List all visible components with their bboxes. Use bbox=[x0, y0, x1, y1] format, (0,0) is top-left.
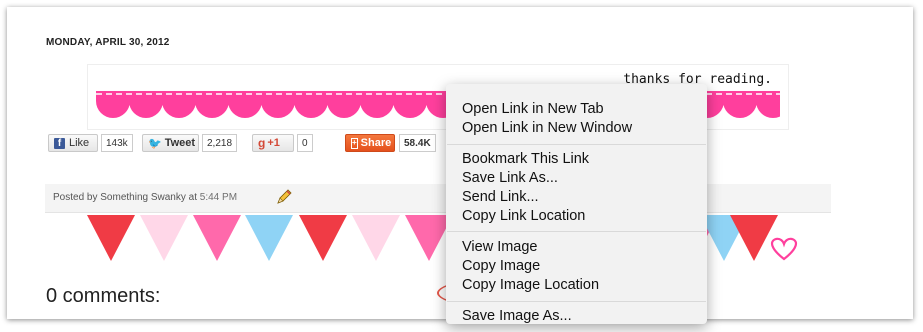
scallop-shape bbox=[723, 101, 757, 118]
bunting-flag bbox=[193, 215, 241, 261]
menu-item-send-link[interactable]: Send Link... bbox=[462, 189, 539, 205]
bunting-flag bbox=[140, 215, 188, 261]
share-icon: + bbox=[351, 137, 358, 149]
scallop-shape bbox=[195, 101, 229, 118]
post-date: MONDAY, APRIL 30, 2012 bbox=[46, 37, 170, 48]
twitter-icon: 🐦 bbox=[148, 137, 162, 150]
google-plus-icon: g bbox=[258, 136, 266, 150]
post-author-link[interactable]: Something Swanky bbox=[100, 192, 186, 203]
menu-item-copy-image-location[interactable]: Copy Image Location bbox=[462, 277, 599, 293]
tweet-label: Tweet bbox=[164, 137, 196, 149]
menu-item-bookmark-link[interactable]: Bookmark This Link bbox=[462, 151, 589, 167]
scallop-shape bbox=[261, 101, 295, 118]
menu-separator bbox=[447, 301, 706, 302]
share-button[interactable]: + Share bbox=[345, 134, 395, 152]
facebook-like-label: Like bbox=[69, 137, 90, 149]
share-count: 58.4K bbox=[399, 134, 436, 152]
bunting-flag bbox=[87, 215, 135, 261]
scallop-shape bbox=[327, 101, 361, 118]
heart-doodle-icon bbox=[770, 237, 798, 261]
posted-by-prefix: Posted by bbox=[53, 192, 98, 203]
twitter-tweet-button[interactable]: 🐦 Tweet bbox=[142, 134, 199, 152]
google-plus-one-button[interactable]: g +1 bbox=[252, 134, 294, 152]
facebook-icon: f bbox=[54, 137, 65, 149]
facebook-like-count: 143k bbox=[101, 134, 133, 152]
menu-item-save-image-as[interactable]: Save Image As... bbox=[462, 308, 572, 324]
google-plus-count: 0 bbox=[297, 134, 313, 152]
scallop-shape bbox=[96, 101, 130, 118]
menu-item-view-image[interactable]: View Image bbox=[462, 239, 538, 255]
post-footer: Posted by Something Swanky at 5:44 PM bbox=[45, 184, 831, 213]
posted-at-word: at bbox=[188, 192, 197, 203]
scallop-shape bbox=[294, 101, 328, 118]
pencil-icon[interactable] bbox=[275, 188, 293, 206]
bunting-flag bbox=[299, 215, 347, 261]
share-label: Share bbox=[360, 137, 392, 149]
scallop-shape bbox=[162, 101, 196, 118]
facebook-like-button[interactable]: f Like bbox=[48, 134, 98, 152]
bunting-flag bbox=[730, 215, 778, 261]
google-plus-one-label: +1 bbox=[267, 137, 280, 149]
context-menu: Open Link in New Tab Open Link in New Wi… bbox=[446, 84, 707, 324]
post-time-link[interactable]: 5:44 PM bbox=[200, 192, 237, 203]
menu-item-save-link-as[interactable]: Save Link As... bbox=[462, 170, 558, 186]
comments-heading: 0 comments: bbox=[46, 285, 161, 307]
scallop-shape bbox=[756, 101, 780, 118]
scallop-shape bbox=[393, 101, 427, 118]
menu-item-copy-image[interactable]: Copy Image bbox=[462, 258, 540, 274]
menu-separator bbox=[447, 144, 706, 145]
scallop-shape bbox=[129, 101, 163, 118]
share-bar: f Like 143k 🐦 Tweet 2,218 g +1 0 + Share… bbox=[48, 134, 468, 156]
bunting-flag bbox=[352, 215, 400, 261]
menu-item-open-link-new-window[interactable]: Open Link in New Window bbox=[462, 120, 632, 136]
tweet-count: 2,218 bbox=[202, 134, 238, 152]
menu-separator bbox=[447, 231, 706, 232]
menu-item-copy-link-location[interactable]: Copy Link Location bbox=[462, 208, 585, 224]
posted-by-line: Posted by Something Swanky at 5:44 PM bbox=[53, 192, 237, 203]
bunting-flag bbox=[245, 215, 293, 261]
scallop-shape bbox=[228, 101, 262, 118]
menu-item-open-link-new-tab[interactable]: Open Link in New Tab bbox=[462, 101, 604, 117]
scallop-shape bbox=[360, 101, 394, 118]
